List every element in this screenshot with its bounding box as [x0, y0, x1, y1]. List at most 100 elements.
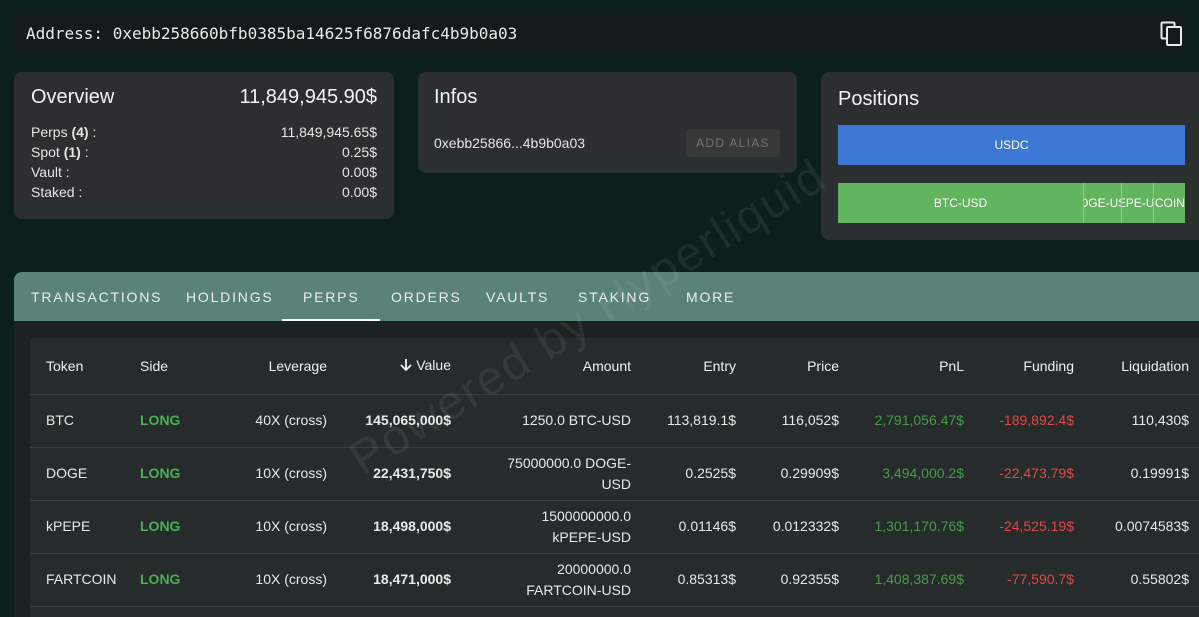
overview-row-label: Perps (4) :: [31, 122, 96, 142]
position-bar-segment[interactable]: kPEPE-USD: [1122, 183, 1154, 223]
cell-token[interactable]: DOGE: [30, 447, 130, 501]
address-value: 0xebb258660bfb0385ba14625f6876dafc4b9b0a…: [112, 23, 518, 43]
cell-leverage: 10X (cross): [207, 500, 337, 554]
cell-funding: -189,892.4$: [974, 394, 1084, 448]
cell-pnl: 2,791,056.47$: [849, 394, 974, 448]
cell-price: 0.29909$: [746, 447, 849, 501]
overview-row: Perps (4) : 11,849,945.65$: [31, 122, 377, 142]
overview-row-count: (4): [71, 124, 89, 140]
cell-liquidation: 0.0074583$: [1084, 500, 1199, 554]
cell-pnl: 1,301,170.76$: [849, 500, 974, 554]
cell-side: LONG: [130, 394, 207, 448]
tabs-bar: TRANSACTIONS HOLDINGS PERPS ORDERS VAULTS STA…: [14, 272, 1199, 321]
cell-amount: 1500000000.0 kPEPE-USD: [461, 500, 641, 554]
cell-side: LONG: [130, 447, 207, 501]
overview-row-name: Staked :: [31, 184, 83, 200]
overview-row-label: Staked :: [31, 182, 82, 202]
overview-row-value: 11,849,945.65$: [280, 124, 377, 140]
positions-title: Positions: [838, 88, 920, 110]
overview-row-label: Vault :: [31, 162, 70, 182]
cell-price: 0.92355$: [746, 553, 849, 607]
copy-icon[interactable]: [1160, 21, 1184, 47]
position-bar-segment[interactable]: FARTCOIN-USD: [1153, 183, 1185, 223]
tab-orders[interactable]: ORDERS: [391, 272, 462, 321]
cell-funding: -24,525.19$: [974, 500, 1084, 554]
overview-row-label: Spot (1) :: [31, 142, 89, 162]
cell-price: 0.012332$: [746, 500, 849, 554]
table-row[interactable]: FARTCOIN LONG 10X (cross) 18,471,000$ 200000…: [30, 553, 1199, 607]
overview-row-value: 0.00$: [341, 184, 377, 200]
position-bar-segment[interactable]: BTC-USD: [838, 183, 1085, 223]
overview-row-name: Spot: [31, 144, 60, 160]
overview-row-value: 0.00$: [341, 164, 377, 180]
overview-row-name: Vault :: [31, 164, 70, 180]
col-token[interactable]: Token: [30, 338, 130, 395]
overview-card: Overview 11,849,945.90$ Perps (4) : 11,84…: [14, 72, 394, 219]
overview-row: Staked : 0.00$: [31, 182, 377, 202]
cell-price: 116,052$: [746, 394, 849, 448]
overview-title: Overview: [31, 86, 115, 108]
perps-table: Token Side Leverage Value Amount Entry P…: [30, 338, 1199, 607]
cell-entry: 0.2525$: [641, 447, 746, 501]
cell-funding: -22,473.79$: [974, 447, 1084, 501]
tab-perps[interactable]: PERPS: [281, 272, 382, 321]
col-pnl[interactable]: PnL: [849, 338, 974, 395]
col-amount[interactable]: Amount: [461, 338, 641, 395]
overview-row-count: (1): [63, 144, 81, 160]
cell-value: 145,065,000$: [337, 394, 461, 448]
address-bar: Address: 0xebb258660bfb0385ba14625f6876d…: [14, 13, 1186, 53]
overview-row-name: Perps: [31, 124, 68, 140]
col-liquidation[interactable]: Liquidation: [1084, 338, 1199, 395]
cell-leverage: 10X (cross): [207, 447, 337, 501]
cell-amount: 20000000.0 FARTCOIN-USD: [461, 553, 641, 607]
overview-row-suffix: :: [88, 124, 97, 140]
cell-token[interactable]: FARTCOIN: [30, 553, 130, 607]
col-funding[interactable]: Funding: [974, 338, 1084, 395]
short-address[interactable]: 0xebb25866...4b9b0a03: [434, 135, 585, 151]
cell-leverage: 40X (cross): [207, 394, 337, 448]
cell-amount: 1250.0 BTC-USD: [461, 394, 641, 448]
position-bar-segment[interactable]: DOGE-USD: [1084, 183, 1123, 223]
cell-value: 18,471,000$: [337, 553, 461, 607]
arrow-down-icon: [399, 358, 413, 375]
cell-token[interactable]: BTC: [30, 394, 130, 448]
cell-value: 18,498,000$: [337, 500, 461, 554]
cell-entry: 113,819.1$: [641, 394, 746, 448]
tab-vaults[interactable]: VAULTS: [486, 272, 549, 321]
tab-more[interactable]: MORE: [686, 272, 735, 321]
cell-side: LONG: [130, 553, 207, 607]
col-leverage[interactable]: Leverage: [207, 338, 337, 395]
col-value-label: Value: [416, 356, 451, 373]
cell-entry: 0.01146$: [641, 500, 746, 554]
col-price[interactable]: Price: [746, 338, 849, 395]
col-entry[interactable]: Entry: [641, 338, 746, 395]
tab-transactions[interactable]: TRANSACTIONS: [31, 272, 162, 321]
cell-funding: -77,590.7$: [974, 553, 1084, 607]
position-bar-usdc[interactable]: USDC: [838, 125, 1185, 165]
add-alias-button[interactable]: ADD ALIAS: [686, 129, 780, 157]
overview-rows: Perps (4) : 11,849,945.65$ Spot (1) : 0.25$…: [31, 122, 377, 202]
infos-card: Infos 0xebb25866...4b9b0a03 ADD ALIAS: [418, 72, 797, 173]
tab-holdings[interactable]: HOLDINGS: [186, 272, 274, 321]
cell-liquidation: 110,430$: [1084, 394, 1199, 448]
cell-pnl: 1,408,387.69$: [849, 553, 974, 607]
cell-liquidation: 0.19991$: [1084, 447, 1199, 501]
cell-entry: 0.85313$: [641, 553, 746, 607]
positions-card: Positions USDC BTC-USDDOGE-USDkPEPE-USDF…: [821, 72, 1199, 240]
table-row[interactable]: BTC LONG 40X (cross) 145,065,000$ 1250.0 BTC…: [30, 394, 1199, 448]
cell-liquidation: 0.55802$: [1084, 553, 1199, 607]
cell-side: LONG: [130, 500, 207, 554]
tab-staking[interactable]: STAKING: [578, 272, 651, 321]
table-header-row: Token Side Leverage Value Amount Entry P…: [30, 338, 1199, 395]
table-row[interactable]: kPEPE LONG 10X (cross) 18,498,000$ 150000000…: [30, 500, 1199, 554]
table-row[interactable]: DOGE LONG 10X (cross) 22,431,750$ 75000000.0…: [30, 447, 1199, 501]
col-value[interactable]: Value: [337, 338, 461, 395]
perps-table-container: Token Side Leverage Value Amount Entry P…: [30, 338, 1199, 617]
infos-title: Infos: [434, 86, 478, 108]
overview-row-value: 0.25$: [341, 144, 377, 160]
perps-table-body: BTC LONG 40X (cross) 145,065,000$ 1250.0 BTC…: [30, 394, 1199, 607]
tabs-panel: TRANSACTIONS HOLDINGS PERPS ORDERS VAULTS STA…: [14, 272, 1199, 617]
col-side[interactable]: Side: [130, 338, 207, 395]
cell-leverage: 10X (cross): [207, 553, 337, 607]
cell-token[interactable]: kPEPE: [30, 500, 130, 554]
